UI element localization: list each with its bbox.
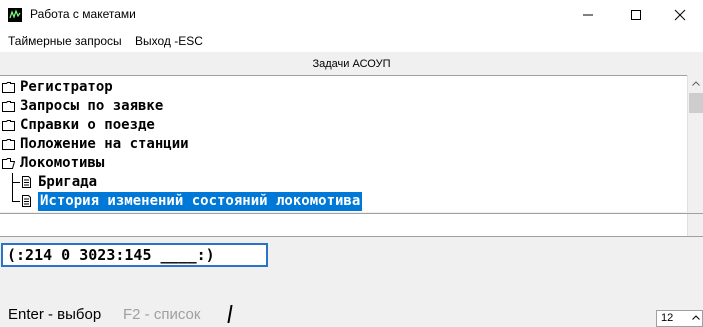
maximize-icon (631, 10, 641, 20)
tree-item-label: Бригада (38, 174, 98, 190)
folder-icon (2, 120, 15, 131)
tree-item-label: Положение на станции (20, 136, 189, 152)
chevron-up-icon[interactable] (692, 315, 700, 320)
tree-item-label: Регистратор (20, 79, 113, 95)
tree-item-label: Локомотивы (20, 155, 105, 171)
tree-connector (12, 201, 20, 202)
details-scrollbar[interactable] (687, 214, 703, 236)
details-field[interactable] (0, 213, 703, 237)
scroll-up-button[interactable] (688, 75, 703, 91)
tree-item-label: История изменений состояний локомотива (38, 192, 363, 211)
maximize-button[interactable] (613, 0, 659, 30)
folder-icon (2, 139, 15, 150)
enter-hint: Enter - выбор (8, 306, 102, 323)
tree-connector (12, 182, 20, 183)
app-icon (8, 8, 22, 22)
text-caret (227, 305, 233, 323)
folder-open-icon (2, 158, 15, 169)
window-title: Работа с макетами (30, 7, 136, 21)
close-button[interactable] (657, 0, 703, 30)
number-field[interactable]: 12 (656, 310, 703, 327)
tree-scrollbar[interactable] (687, 75, 703, 212)
number-value: 12 (661, 312, 674, 324)
document-icon (22, 195, 31, 207)
panel-header: Задачи АСОУП (0, 53, 703, 75)
task-tree[interactable]: Регистратор Запросы по заявке Справки о … (0, 75, 703, 212)
chevron-up-icon (692, 80, 700, 86)
f2-hint: F2 - список (123, 306, 201, 323)
menu-item-timer-requests[interactable]: Таймерные запросы (8, 34, 122, 48)
tree-item-label: Справки о поезде (20, 117, 155, 133)
folder-icon (2, 82, 15, 93)
folder-icon (2, 101, 15, 112)
menu-bar: Таймерные запросы Выход -ESC (0, 30, 703, 52)
close-icon (674, 9, 686, 21)
tree-item-label: Запросы по заявке (20, 98, 164, 114)
minimize-icon (583, 14, 593, 16)
scroll-thumb[interactable] (689, 93, 703, 113)
document-icon (22, 176, 31, 188)
command-input[interactable]: (:214 0 3023:145 ____:) (1, 243, 268, 267)
title-bar: Работа с макетами (0, 0, 703, 30)
minimize-button[interactable] (565, 0, 611, 30)
menu-item-exit[interactable]: Выход -ESC (135, 34, 203, 48)
